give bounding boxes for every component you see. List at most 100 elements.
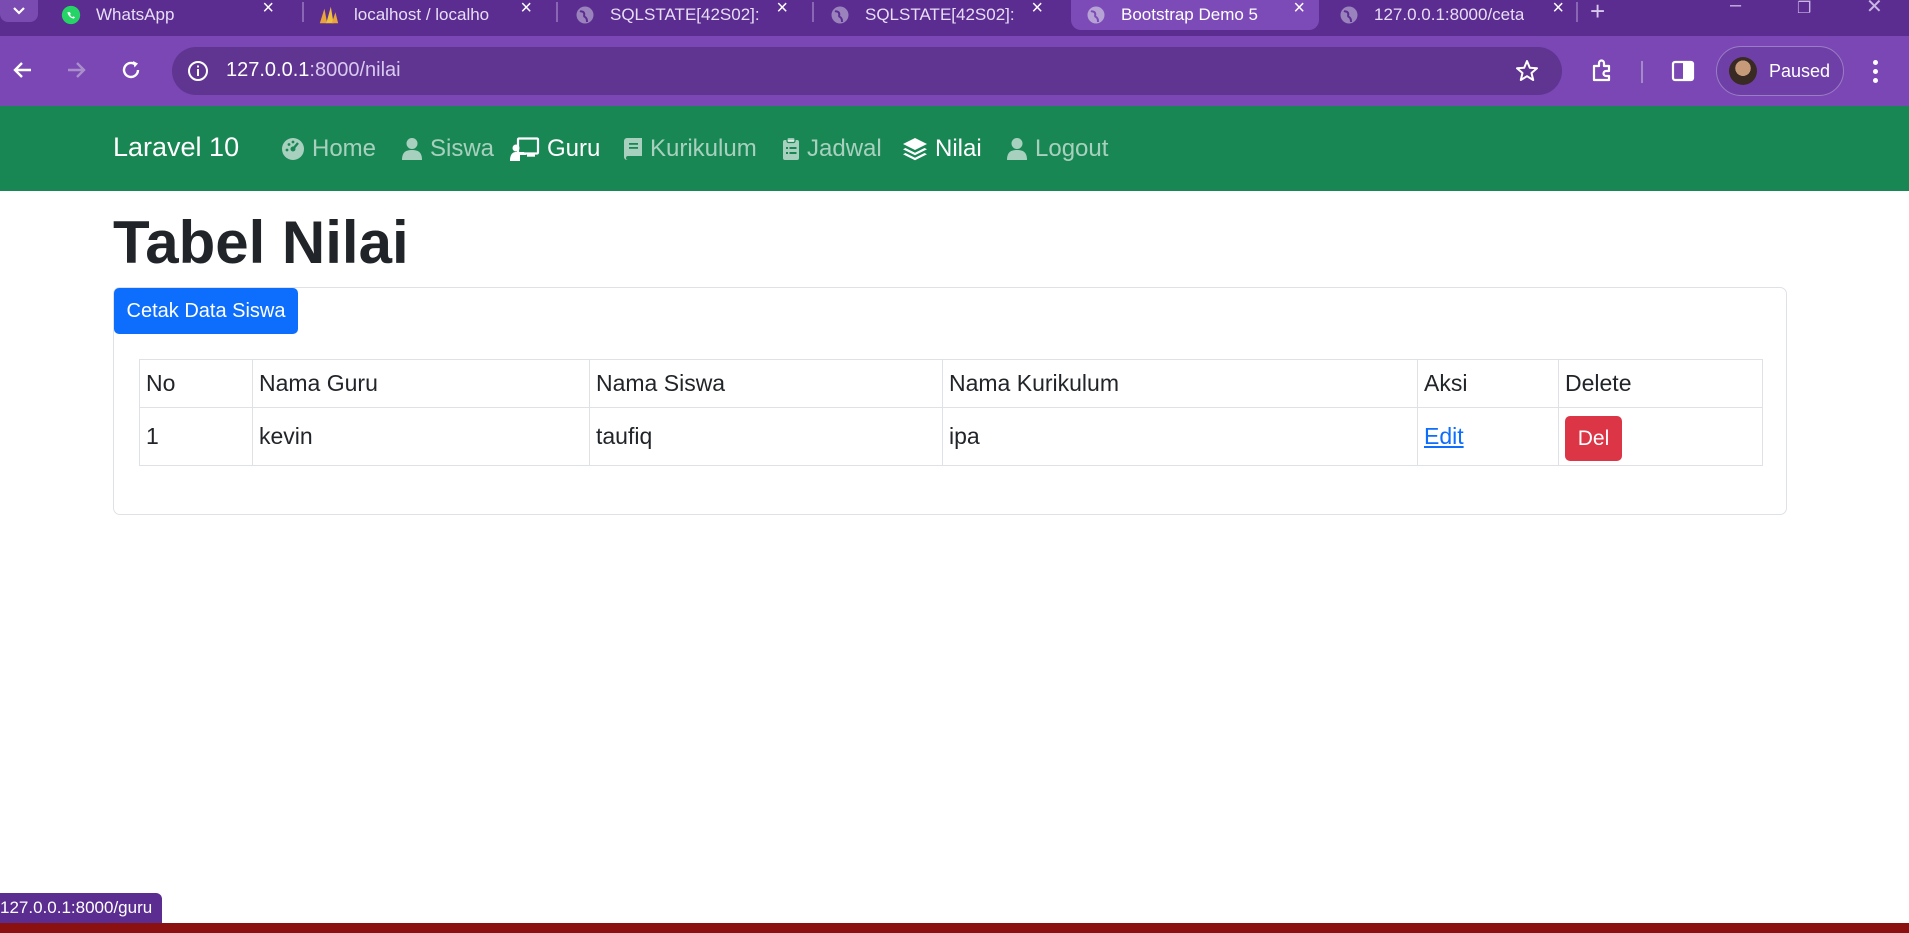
nav-label: Kurikulum (650, 135, 757, 162)
nav-item-siswa[interactable]: Siswa (401, 134, 494, 164)
tab-title: SQLSTATE[42S02]: (865, 5, 1015, 24)
tab-separator (556, 2, 558, 22)
page-title: Tabel Nilai (113, 209, 409, 276)
close-icon[interactable]: × (1293, 0, 1305, 20)
globe-icon (829, 4, 851, 26)
nav-item-jadwal[interactable]: Jadwal (782, 134, 882, 164)
profile-status: Paused (1769, 60, 1831, 81)
app-navbar: Laravel 10 Home Siswa Guru Kurikulum Jad… (0, 106, 1909, 191)
nav-item-nilai[interactable]: Nilai (902, 134, 982, 164)
user-icon (1006, 137, 1028, 161)
nav-label: Nilai (935, 135, 982, 162)
site-info-icon[interactable] (184, 57, 212, 85)
cell-delete: Del (1558, 407, 1763, 466)
nav-item-home[interactable]: Home (281, 134, 376, 164)
column-header: No (139, 359, 253, 408)
cell-siswa: taufiq (589, 407, 943, 466)
tab-title: 127.0.0.1:8000/ceta (1374, 5, 1524, 24)
new-tab-button[interactable]: + (1590, 0, 1605, 27)
clipboard-icon (782, 137, 800, 161)
print-students-button[interactable]: Cetak Data Siswa (114, 288, 298, 334)
address-bar[interactable]: 127.0.0.1:8000/nilai (172, 47, 1562, 95)
tab-cetak[interactable]: 127.0.0.1:8000/ceta × (1338, 0, 1578, 30)
url-host: 127.0.0.1 (226, 59, 310, 81)
nav-item-logout[interactable]: Logout (1006, 134, 1108, 164)
url-path: :8000/nilai (309, 59, 401, 81)
tab-separator (812, 2, 814, 22)
tab-title: SQLSTATE[42S02]: (610, 5, 760, 24)
globe-icon (1338, 4, 1360, 26)
dashboard-icon (281, 137, 305, 161)
layers-icon (902, 137, 928, 161)
close-icon[interactable]: × (1031, 0, 1043, 20)
browser-toolbar: 127.0.0.1:8000/nilai Paused (0, 36, 1909, 106)
arrow-right-icon (68, 62, 86, 78)
column-header: Aksi (1417, 359, 1559, 408)
tab-phpmyadmin[interactable]: localhost / localho × (318, 0, 546, 30)
tab-bootstrap-demo[interactable]: Bootstrap Demo 5 × (1071, 0, 1319, 30)
close-icon[interactable]: × (520, 0, 532, 20)
content-card: Cetak Data Siswa No Nama Guru Nama Siswa… (113, 287, 1787, 515)
tab-separator (1576, 2, 1578, 22)
whatsapp-icon (60, 4, 82, 26)
taskbar-edge (0, 923, 1909, 933)
close-icon[interactable]: × (262, 0, 274, 20)
window-close-icon[interactable]: ✕ (1866, 0, 1883, 19)
delete-button[interactable]: Del (1565, 416, 1622, 461)
column-header: Nama Guru (252, 359, 590, 408)
phpmyadmin-icon (318, 4, 340, 26)
cell-aksi: Edit (1417, 407, 1559, 466)
side-panel-icon[interactable] (1670, 58, 1696, 84)
nav-item-guru[interactable]: Guru (510, 134, 600, 164)
browser-tab-strip: WhatsApp × localhost / localho × SQLSTAT… (0, 0, 1909, 36)
navbar-brand[interactable]: Laravel 10 (113, 132, 239, 163)
cell-guru: kevin (252, 407, 590, 466)
book-icon (623, 137, 643, 161)
globe-icon (1085, 4, 1107, 26)
more-menu-icon[interactable] (1862, 58, 1888, 84)
extensions-icon[interactable] (1589, 58, 1615, 84)
nav-label: Siswa (430, 135, 495, 162)
profile-button[interactable]: Paused (1716, 46, 1844, 96)
reload-button[interactable] (113, 52, 149, 88)
cell-no: 1 (139, 407, 253, 466)
tab-search-button[interactable] (0, 0, 38, 22)
back-button[interactable] (5, 52, 41, 88)
url-text[interactable]: 127.0.0.1:8000/nilai (226, 59, 401, 82)
user-icon (401, 137, 423, 161)
reload-icon (122, 61, 140, 79)
restore-icon[interactable]: ❐ (1797, 0, 1811, 18)
tab-sqlstate-1[interactable]: SQLSTATE[42S02]: × (574, 0, 802, 30)
tab-whatsapp[interactable]: WhatsApp × (60, 0, 288, 30)
grades-table: No Nama Guru Nama Siswa Nama Kurikulum A… (139, 359, 1763, 466)
chevron-down-icon (13, 7, 25, 15)
tab-separator (302, 2, 304, 22)
arrow-left-icon (13, 62, 31, 78)
avatar (1729, 57, 1757, 85)
column-header: Nama Kurikulum (942, 359, 1418, 408)
tab-sqlstate-2[interactable]: SQLSTATE[42S02]: × (829, 0, 1057, 30)
toolbar-divider (1641, 61, 1643, 83)
link-status-bubble: 127.0.0.1:8000/guru (0, 893, 163, 923)
nav-label: Home (312, 135, 377, 162)
chalkboard-teacher-icon (510, 137, 540, 161)
nav-label: Jadwal (807, 135, 882, 162)
tab-title: Bootstrap Demo 5 (1121, 5, 1259, 24)
forward-button[interactable] (58, 52, 94, 88)
close-icon[interactable]: × (1552, 0, 1564, 20)
cell-kurikulum: ipa (942, 407, 1418, 466)
table-header-row: No Nama Guru Nama Siswa Nama Kurikulum A… (139, 359, 1763, 408)
table-row: 1 kevin taufiq ipa Edit Del (139, 407, 1763, 466)
column-header: Nama Siswa (589, 359, 943, 408)
column-header: Delete (1558, 359, 1763, 408)
bookmark-star-icon[interactable] (1514, 58, 1540, 89)
minimize-icon[interactable]: – (1730, 0, 1741, 17)
tab-title: localhost / localho (354, 5, 490, 24)
nav-item-kurikulum[interactable]: Kurikulum (623, 134, 757, 164)
globe-icon (574, 4, 596, 26)
nav-label: Logout (1035, 135, 1109, 162)
tab-title: WhatsApp (96, 5, 175, 24)
close-icon[interactable]: × (776, 0, 788, 20)
edit-link[interactable]: Edit (1424, 423, 1464, 449)
nav-label: Guru (547, 135, 601, 162)
